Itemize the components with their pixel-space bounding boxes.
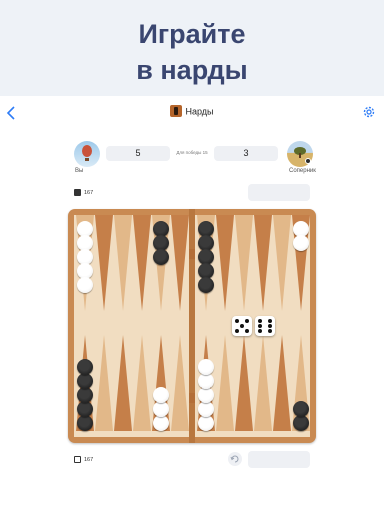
die-pip (268, 319, 272, 323)
player-action-button[interactable] (248, 451, 310, 468)
die-pip (245, 319, 249, 323)
white-checker[interactable] (198, 387, 214, 403)
white-checker[interactable] (198, 359, 214, 375)
black-checker[interactable] (293, 415, 309, 431)
black-checker[interactable] (77, 415, 93, 431)
white-checker[interactable] (153, 401, 169, 417)
black-checker[interactable] (77, 401, 93, 417)
score-opponent: 3 (214, 146, 278, 161)
win-target-label: Для победы 15 (176, 150, 208, 155)
avatar-you (74, 141, 100, 167)
score-you: 5 (106, 146, 170, 161)
die-pip (235, 319, 239, 323)
undo-button[interactable] (228, 452, 242, 466)
die-pip (240, 324, 244, 328)
white-checker[interactable] (293, 235, 309, 251)
black-checker[interactable] (77, 359, 93, 375)
black-checker[interactable] (293, 401, 309, 417)
die (232, 316, 252, 336)
white-checker[interactable] (153, 387, 169, 403)
timer-top-value: 167 (84, 190, 94, 196)
backgammon-board (68, 209, 316, 443)
black-checker[interactable] (198, 277, 214, 293)
die-pip (258, 324, 262, 328)
black-checker[interactable] (77, 387, 93, 403)
nav-title-group: Нарды (0, 105, 384, 118)
online-status-dot (305, 158, 311, 164)
player-name-you: Вы (75, 168, 84, 174)
die-pip (235, 329, 239, 333)
white-checker[interactable] (198, 373, 214, 389)
board-bar (189, 209, 195, 443)
white-checker[interactable] (77, 277, 93, 293)
nav-title: Нарды (185, 106, 214, 117)
backgammon-app-icon (170, 105, 183, 117)
timer-bottom: 167 (74, 455, 114, 465)
die (255, 316, 275, 336)
black-checker[interactable] (77, 373, 93, 389)
gear-icon[interactable] (362, 105, 376, 119)
timer-top: 167 (74, 188, 114, 198)
timer-icon (74, 456, 81, 464)
opponent-action-button[interactable] (248, 184, 310, 201)
die-pip (268, 329, 272, 333)
timer-icon (74, 189, 81, 197)
promo-line-1: Играйте (138, 19, 246, 49)
die-pip (268, 324, 272, 328)
player-name-opponent: Соперник (289, 168, 316, 174)
die-pip (258, 329, 262, 333)
promo-header: Играйте в нарды (0, 0, 384, 96)
die-pip (258, 319, 262, 323)
die-pip (245, 329, 249, 333)
white-checker[interactable] (153, 415, 169, 431)
board-hinge (189, 249, 195, 259)
board-hinge (189, 393, 195, 403)
promo-line-2: в нарды (136, 55, 248, 85)
timer-bottom-value: 167 (84, 457, 94, 463)
white-checker[interactable] (198, 401, 214, 417)
black-checker[interactable] (153, 249, 169, 265)
nav-bar: Нарды (0, 96, 384, 132)
white-checker[interactable] (198, 415, 214, 431)
